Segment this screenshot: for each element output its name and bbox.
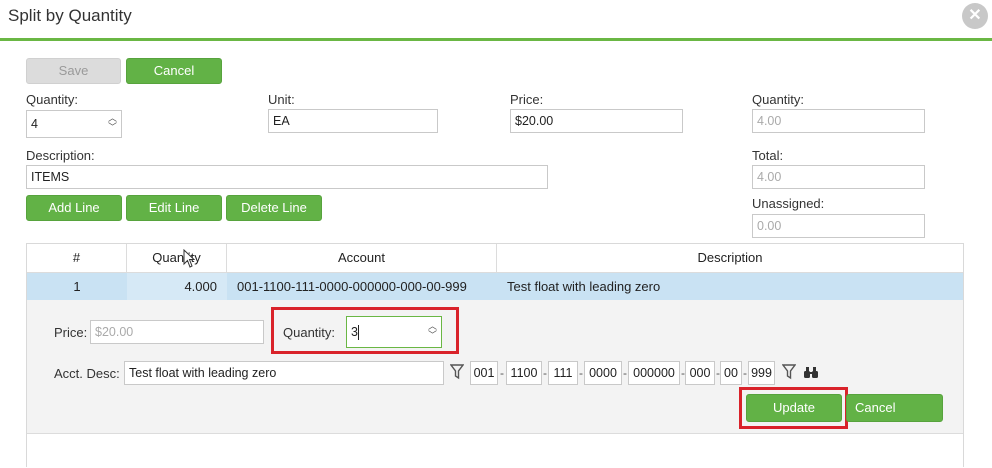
editor-cancel-button[interactable]: Cancel <box>846 394 943 422</box>
filter-icon[interactable] <box>450 364 464 380</box>
title-divider <box>0 38 992 41</box>
add-line-button[interactable]: Add Line <box>26 195 122 221</box>
acct-desc-label: Acct. Desc: <box>54 366 120 381</box>
dialog-title: Split by Quantity <box>8 6 132 25</box>
mouse-cursor-icon <box>183 249 196 268</box>
table-row[interactable]: 1 4.000 001-1100-111-0000-000000-000-00-… <box>27 273 963 300</box>
editor-price-label: Price: <box>54 325 88 340</box>
unassigned-field: 0.00 <box>752 214 925 238</box>
unassigned-label: Unassigned: <box>752 196 825 211</box>
row-account: 001-1100-111-0000-000000-000-00-999 <box>237 279 467 294</box>
summary-quantity-field: 4.00 <box>752 109 925 133</box>
account-segment[interactable]: 0000 <box>584 361 622 385</box>
save-button[interactable]: Save <box>26 58 121 84</box>
delete-line-button[interactable]: Delete Line <box>226 195 322 221</box>
account-segment[interactable]: 1100 <box>506 361 542 385</box>
row-description: Test float with leading zero <box>507 279 661 294</box>
total-label: Total: <box>752 148 784 163</box>
binoculars-icon[interactable] <box>803 366 819 379</box>
account-segment[interactable]: 999 <box>748 361 775 385</box>
account-segment[interactable]: 000000 <box>628 361 680 385</box>
column-header-description[interactable]: Description <box>497 244 963 272</box>
segment-separator: - <box>543 366 547 380</box>
close-icon[interactable]: ✕ <box>962 3 988 29</box>
split-lines-grid: # Quantity Account Description 1 4.000 0… <box>26 243 964 468</box>
highlight-quantity-box <box>271 307 459 354</box>
quantity-value: 4 <box>31 117 38 131</box>
quantity-stepper[interactable]: 4 ︿ ﹀ <box>26 110 122 138</box>
column-header-quantity[interactable]: Quantity <box>127 244 227 272</box>
spin-arrows-icon[interactable]: ︿ ﹀ <box>108 114 117 132</box>
summary-quantity-label: Quantity: <box>752 92 805 107</box>
row-number: 1 <box>73 279 81 294</box>
quantity-label: Quantity: <box>26 92 79 107</box>
segment-separator: - <box>743 366 747 380</box>
unit-field[interactable]: EA <box>268 109 438 133</box>
filter-icon[interactable] <box>782 364 796 380</box>
cancel-button[interactable]: Cancel <box>126 58 222 84</box>
account-segment[interactable]: 000 <box>685 361 715 385</box>
column-header-number[interactable]: # <box>27 244 127 272</box>
highlight-update-box <box>739 387 848 429</box>
segment-separator: - <box>500 366 504 380</box>
price-field[interactable]: $20.00 <box>510 109 683 133</box>
segment-separator: - <box>579 366 583 380</box>
acct-desc-field[interactable]: Test float with leading zero <box>124 361 444 385</box>
segment-separator: - <box>623 366 627 380</box>
unit-label: Unit: <box>268 92 295 107</box>
editor-price-field: $20.00 <box>90 320 264 344</box>
edit-line-button[interactable]: Edit Line <box>126 195 222 221</box>
grid-footer <box>27 433 963 468</box>
column-header-account[interactable]: Account <box>227 244 497 272</box>
account-segment[interactable]: 001 <box>470 361 498 385</box>
account-segment[interactable]: 00 <box>720 361 742 385</box>
account-segment[interactable]: 111 <box>548 361 578 385</box>
description-field[interactable]: ITEMS <box>26 165 548 189</box>
price-label: Price: <box>510 92 544 107</box>
description-label: Description: <box>26 148 95 163</box>
grid-header: # Quantity Account Description <box>27 244 963 273</box>
total-field: 4.00 <box>752 165 925 189</box>
row-quantity: 4.000 <box>127 273 227 300</box>
